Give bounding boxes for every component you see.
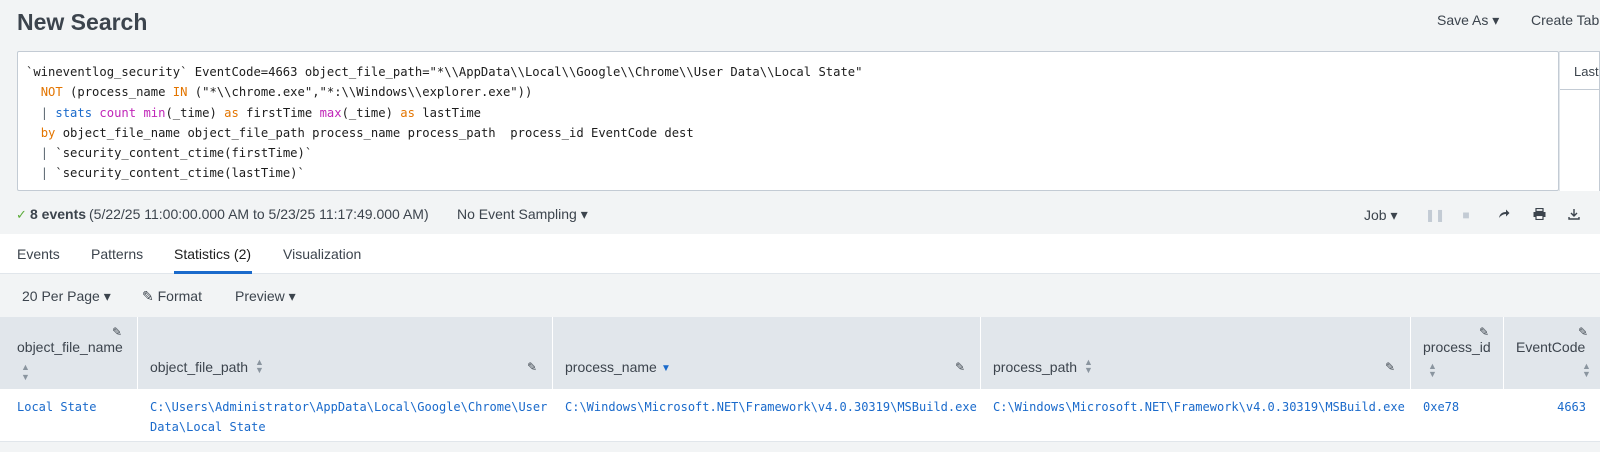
column-header-object-file-name[interactable]: ✎ object_file_name ▲ ▼ bbox=[0, 317, 138, 389]
query-text: (_time) bbox=[341, 105, 401, 120]
cell-value[interactable]: Local State bbox=[17, 397, 96, 417]
query-text: lastTime bbox=[414, 105, 482, 120]
page-title: New Search bbox=[17, 9, 148, 35]
check-icon: ✓ bbox=[16, 207, 27, 222]
query-keyword-in: IN bbox=[172, 85, 188, 100]
column-label: process_path bbox=[993, 359, 1078, 375]
cell-value[interactable]: 4663 bbox=[1557, 397, 1586, 417]
column-header-object-file-path[interactable]: object_file_path ▲ ▼ ✎ bbox=[138, 317, 553, 389]
cell-value[interactable]: C:\Windows\Microsoft.NET\Framework\v4.0.… bbox=[993, 397, 1405, 417]
column-label: object_file_name bbox=[17, 339, 123, 355]
pencil-icon[interactable]: ✎ bbox=[527, 360, 537, 374]
search-query-text[interactable]: `wineventlog_security` EventCode=4663 ob… bbox=[26, 62, 862, 184]
query-text: firstTime bbox=[238, 105, 320, 120]
sort-icon[interactable]: ▲ ▼ bbox=[1084, 358, 1093, 375]
query-function-max: max bbox=[319, 105, 342, 120]
search-query-input[interactable]: `wineventlog_security` EventCode=4663 ob… bbox=[17, 51, 1559, 191]
per-page-dropdown[interactable]: 20 Per Page ▾ bbox=[22, 288, 111, 305]
cell-eventcode: 4663 bbox=[1504, 389, 1600, 442]
query-text: object_file_name object_file_path proces… bbox=[55, 125, 694, 140]
table-header: ✎ object_file_name ▲ ▼ object_file_path ▲… bbox=[0, 317, 1600, 389]
column-label: EventCode bbox=[1516, 339, 1586, 355]
table-row: Local State C:\Users\Administrator\AppDa… bbox=[0, 389, 1600, 442]
column-header-eventcode[interactable]: ✎ EventCode ▲ ▼ bbox=[1504, 317, 1600, 389]
pencil-icon[interactable]: ✎ bbox=[112, 325, 122, 339]
query-keyword-not: NOT bbox=[40, 85, 63, 100]
query-macro: `security_content_ctime(firstTime)` bbox=[55, 146, 313, 161]
column-label: object_file_path bbox=[150, 359, 249, 375]
format-button[interactable]: ✎ Format bbox=[142, 288, 202, 305]
pencil-icon[interactable]: ✎ bbox=[1479, 325, 1489, 339]
tab-visualization[interactable]: Visualization bbox=[283, 246, 361, 262]
pencil-icon[interactable]: ✎ bbox=[1578, 325, 1588, 339]
column-header-process-path[interactable]: process_path ▲ ▼ ✎ bbox=[981, 317, 1411, 389]
query-pipe: | bbox=[40, 146, 56, 161]
cell-value[interactable]: Data\Local State bbox=[150, 417, 266, 437]
cell-object-file-path: C:\Users\Administrator\AppData\Local\Goo… bbox=[138, 389, 553, 442]
cell-process-name: C:\Windows\Microsoft.NET\Framework\v4.0.… bbox=[553, 389, 981, 442]
query-keyword-as: as bbox=[400, 105, 415, 120]
format-label: Format bbox=[157, 288, 202, 304]
sort-icon[interactable]: ▲ ▼ bbox=[1428, 362, 1437, 379]
event-count: 8 events bbox=[30, 206, 87, 222]
query-function-min: min bbox=[143, 105, 166, 120]
cell-value[interactable]: 0xe78 bbox=[1423, 397, 1459, 417]
time-range-picker-button[interactable]: Last bbox=[1560, 52, 1599, 90]
tab-statistics[interactable]: Statistics (2) bbox=[174, 246, 251, 262]
cell-value[interactable]: C:\Windows\Microsoft.NET\Framework\v4.0.… bbox=[565, 397, 977, 417]
time-range-label: Last bbox=[1574, 64, 1599, 79]
cell-value[interactable]: C:\Users\Administrator\AppData\Local\Goo… bbox=[150, 397, 547, 417]
stop-icon[interactable]: ■ bbox=[1459, 208, 1473, 222]
export-icon[interactable] bbox=[1567, 208, 1581, 222]
tab-patterns[interactable]: Patterns bbox=[91, 246, 143, 262]
query-line-1: `wineventlog_security` EventCode=4663 ob… bbox=[26, 65, 863, 79]
query-command-stats: stats bbox=[55, 105, 93, 120]
job-status-bar: ✓ 8 events (5/22/25 11:00:00.000 AM to 5… bbox=[0, 200, 1600, 228]
query-macro: `security_content_ctime(lastTime)` bbox=[55, 166, 305, 181]
column-header-process-name[interactable]: process_name ▼ ✎ bbox=[553, 317, 981, 389]
column-label: process_id bbox=[1423, 339, 1491, 355]
results-tabs: Events Patterns Statistics (2) Visualiza… bbox=[0, 234, 1600, 274]
query-pipe: | bbox=[40, 166, 56, 181]
statistics-table: ✎ object_file_name ▲ ▼ object_file_path ▲… bbox=[0, 317, 1600, 442]
save-as-button[interactable]: Save As ▾ bbox=[1437, 12, 1499, 29]
pencil-icon: ✎ bbox=[142, 288, 154, 304]
query-text: (_time) bbox=[165, 105, 225, 120]
query-text: ("*\\chrome.exe","*:\\Windows\\explorer.… bbox=[187, 85, 533, 100]
pause-icon[interactable]: ❚❚ bbox=[1425, 208, 1445, 222]
active-tab-indicator bbox=[174, 271, 252, 274]
cell-process-id: 0xe78 bbox=[1411, 389, 1504, 442]
pencil-icon[interactable]: ✎ bbox=[1385, 360, 1395, 374]
sort-icon[interactable]: ▲ ▼ bbox=[1582, 362, 1591, 379]
query-text: (process_name bbox=[62, 85, 173, 100]
share-icon[interactable] bbox=[1497, 208, 1511, 222]
preview-dropdown[interactable]: Preview ▾ bbox=[235, 288, 296, 305]
page-header: New Search Save As ▾ Create Tab bbox=[0, 0, 1600, 46]
pencil-icon[interactable]: ✎ bbox=[955, 360, 965, 374]
tab-events[interactable]: Events bbox=[17, 246, 60, 262]
create-table-button[interactable]: Create Tab bbox=[1531, 12, 1599, 28]
sort-icon[interactable]: ▲ ▼ bbox=[21, 362, 30, 382]
cell-object-file-name: Local State bbox=[0, 389, 138, 442]
print-icon[interactable] bbox=[1532, 207, 1546, 222]
time-range-picker[interactable]: Last bbox=[1559, 51, 1600, 191]
query-keyword-by: by bbox=[40, 125, 56, 140]
event-sampling-dropdown[interactable]: No Event Sampling ▾ bbox=[457, 206, 588, 223]
query-function-count: count bbox=[99, 105, 137, 120]
results-toolbar: 20 Per Page ▾ ✎ Format Preview ▾ bbox=[0, 282, 1600, 312]
job-menu[interactable]: Job ▾ bbox=[1364, 207, 1398, 224]
sort-descending-icon[interactable]: ▼ bbox=[661, 363, 671, 374]
event-time-range: (5/22/25 11:00:00.000 AM to 5/23/25 11:1… bbox=[89, 206, 429, 222]
column-header-process-id[interactable]: ✎ process_id ▲ ▼ bbox=[1411, 317, 1504, 389]
sort-icon[interactable]: ▲ ▼ bbox=[255, 358, 264, 375]
query-keyword-as: as bbox=[224, 105, 239, 120]
column-label: process_name bbox=[565, 359, 657, 375]
cell-process-path: C:\Windows\Microsoft.NET\Framework\v4.0.… bbox=[981, 389, 1411, 442]
query-pipe: | bbox=[40, 105, 56, 120]
